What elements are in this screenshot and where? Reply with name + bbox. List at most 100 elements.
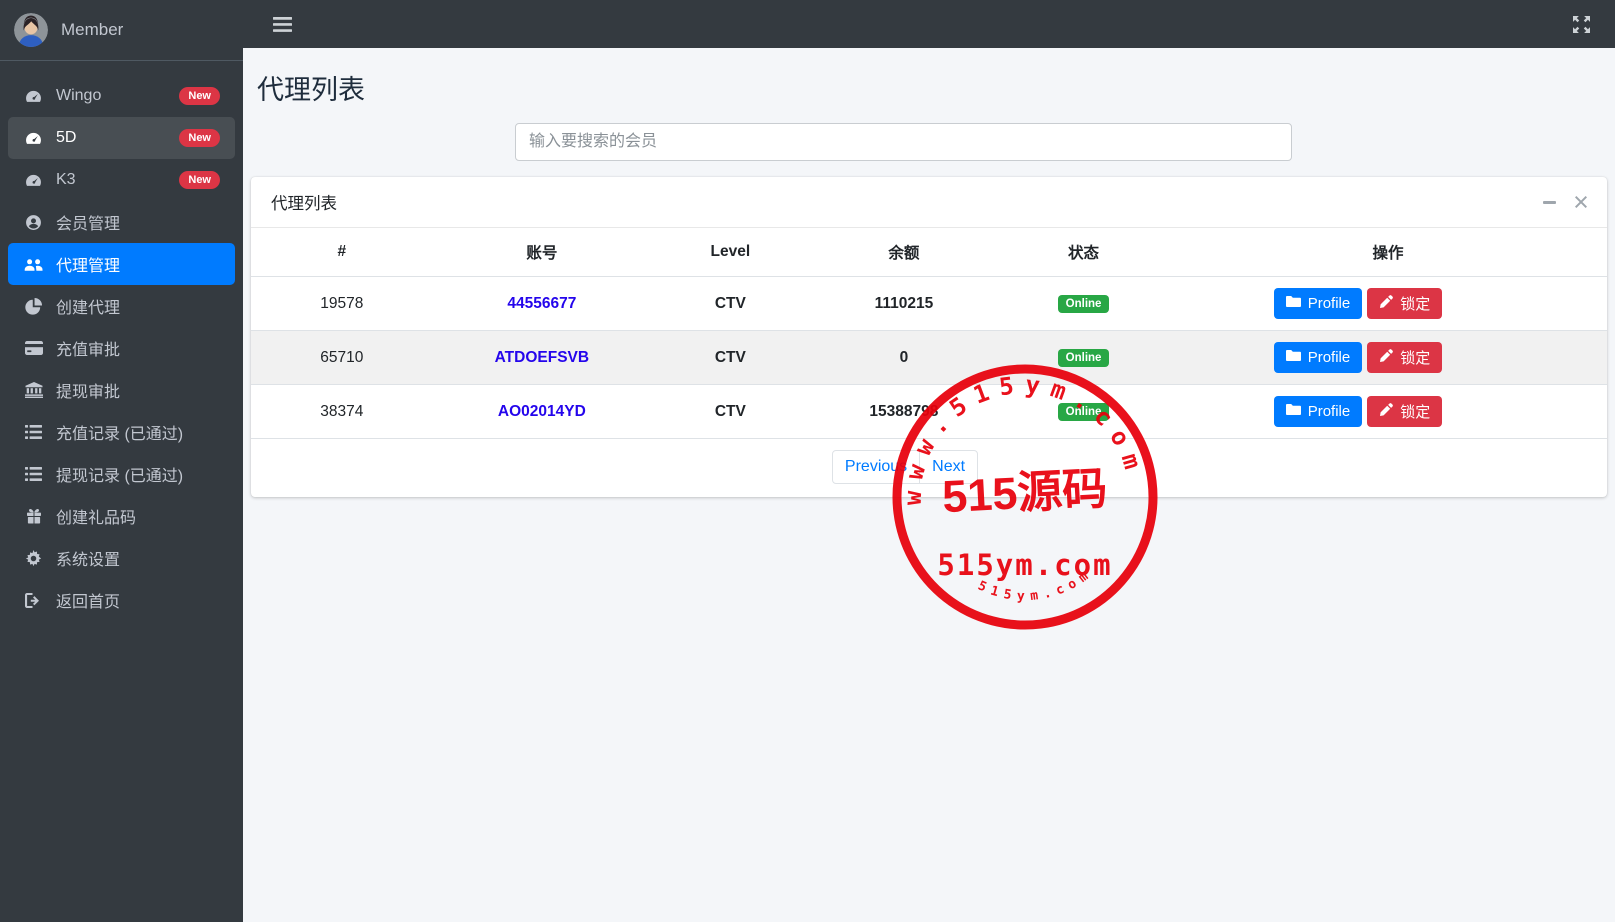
- row-id-cell: 65710: [251, 330, 433, 385]
- content: 代理列表 代理列表 #账号Level余额状态操作: [243, 48, 1615, 922]
- signout-icon: [20, 592, 47, 608]
- list-icon: [20, 467, 47, 481]
- lock-button-label: 锁定: [1400, 350, 1431, 367]
- user-circle-icon: [20, 214, 47, 231]
- sidebar-item-label: Wingo: [56, 87, 102, 104]
- list-icon: [20, 425, 47, 439]
- search-input[interactable]: [515, 123, 1292, 161]
- row-actions: Profile 锁定: [1273, 342, 1443, 373]
- stamp-arc-bottom-text: 515ym.com: [974, 565, 1098, 611]
- sidebar-item-label: 充值记录 (已通过): [56, 426, 184, 443]
- bank-icon: [20, 382, 47, 398]
- sidebar-item-label: 代理管理: [56, 258, 121, 275]
- status-badge: Online: [1057, 295, 1110, 313]
- sidebar-item-back-home[interactable]: 返回首页: [8, 579, 235, 621]
- level-cell: CTV: [651, 384, 810, 439]
- speedometer-icon: [20, 130, 47, 147]
- profile-button-label: Profile: [1307, 295, 1351, 312]
- sidebar-item-5d[interactable]: 5D New: [8, 117, 235, 159]
- sidebar-item-label: 提现记录 (已通过): [56, 468, 184, 485]
- account-link[interactable]: ATDOEFSVB: [495, 349, 589, 366]
- sidebar-item-k3[interactable]: K3 New: [8, 159, 235, 201]
- balance-cell: 0: [809, 330, 999, 385]
- profile-button-label: Profile: [1307, 403, 1351, 420]
- minimize-button[interactable]: [1543, 200, 1556, 204]
- new-badge: New: [179, 87, 220, 105]
- fullscreen-toggle[interactable]: [1573, 15, 1590, 33]
- balance-cell: 15388798: [809, 384, 999, 439]
- row-id-cell: 19578: [251, 276, 433, 331]
- table-header-cell: 账号: [432, 228, 652, 277]
- table-header-row: # 账号 Level 余额 状态 操作: [251, 228, 1607, 277]
- sidebar-item-member-manage[interactable]: 会员管理: [8, 201, 235, 243]
- main-area: 代理列表 代理列表 #账号Level余额状态操作: [243, 0, 1615, 922]
- page-title: 代理列表: [257, 75, 365, 105]
- sidebar: Member Wingo New 5D New K3 New 会员管理 代理管理…: [0, 0, 243, 922]
- level-cell: CTV: [651, 330, 810, 385]
- lock-button-label: 锁定: [1400, 296, 1431, 313]
- sidebar-item-label: 5D: [56, 129, 77, 146]
- row-actions: Profile 锁定: [1273, 396, 1443, 427]
- sidebar-item-label: 返回首页: [56, 594, 121, 611]
- row-id-cell: 38374: [251, 384, 433, 439]
- sidebar-item-create-agent[interactable]: 创建代理: [8, 285, 235, 327]
- sidebar-item-label: K3: [56, 171, 76, 188]
- sidebar-item-create-giftcode[interactable]: 创建礼品码: [8, 495, 235, 537]
- account-link[interactable]: AO02014YD: [498, 403, 586, 420]
- pagination-next[interactable]: Next: [919, 450, 979, 484]
- user-name[interactable]: Member: [61, 20, 123, 40]
- pencil-icon: [1379, 402, 1394, 421]
- agent-list-card: 代理列表 # 账号 Level 余额 状态 操作 19578 44556677 …: [251, 177, 1607, 497]
- card-title: 代理列表: [271, 195, 337, 213]
- level-cell: CTV: [651, 276, 810, 331]
- user-avatar[interactable]: [14, 13, 48, 47]
- sidebar-item-withdraw-approve[interactable]: 提现审批: [8, 369, 235, 411]
- credit-card-icon: [20, 341, 47, 355]
- profile-button[interactable]: Profile: [1273, 396, 1363, 427]
- card-tools: [1543, 196, 1587, 208]
- lock-button[interactable]: 锁定: [1367, 288, 1443, 319]
- sidebar-item-label: 系统设置: [56, 552, 121, 569]
- table-row: 65710 ATDOEFSVB CTV 0 Online Profile 锁定: [251, 330, 1607, 385]
- folder-icon: [1285, 403, 1301, 420]
- pencil-icon: [1379, 294, 1394, 313]
- gear-icon: [20, 549, 47, 567]
- sidebar-item-wingo[interactable]: Wingo New: [8, 75, 235, 117]
- table-head: # 账号 Level 余额 状态 操作: [251, 228, 1607, 277]
- sidebar-item-system-settings[interactable]: 系统设置: [8, 537, 235, 579]
- card-header: 代理列表: [251, 177, 1607, 228]
- folder-icon: [1285, 295, 1301, 312]
- balance-cell: 1110215: [809, 276, 999, 331]
- sidebar-item-withdraw-records[interactable]: 提现记录 (已通过): [8, 453, 235, 495]
- speedometer-icon: [20, 172, 47, 189]
- topbar: [243, 0, 1615, 48]
- profile-button-label: Profile: [1307, 349, 1351, 366]
- lock-button[interactable]: 锁定: [1367, 396, 1443, 427]
- pagination-previous[interactable]: Previous: [831, 450, 921, 484]
- sidebar-item-label: 提现审批: [56, 384, 121, 401]
- profile-button[interactable]: Profile: [1273, 342, 1363, 373]
- sidebar-nav: Wingo New 5D New K3 New 会员管理 代理管理 创建代理 充…: [0, 61, 243, 621]
- row-actions: Profile 锁定: [1273, 288, 1443, 319]
- folder-icon: [1285, 349, 1301, 366]
- agent-table: # 账号 Level 余额 状态 操作 19578 44556677 CTV 111021…: [251, 228, 1607, 439]
- gift-icon: [20, 508, 47, 524]
- close-button[interactable]: [1575, 196, 1587, 208]
- profile-button[interactable]: Profile: [1273, 288, 1363, 319]
- menu-toggle[interactable]: [273, 16, 292, 32]
- account-link[interactable]: 44556677: [507, 295, 576, 312]
- sidebar-item-label: 创建礼品码: [56, 510, 137, 527]
- sidebar-item-agent-manage[interactable]: 代理管理: [8, 243, 235, 285]
- lock-button-label: 锁定: [1400, 404, 1431, 421]
- lock-button[interactable]: 锁定: [1367, 342, 1443, 373]
- table-header-cell: 状态: [998, 228, 1169, 277]
- sidebar-item-recharge-records[interactable]: 充值记录 (已通过): [8, 411, 235, 453]
- sidebar-item-recharge-approve[interactable]: 充值审批: [8, 327, 235, 369]
- table-header-cell: #: [251, 228, 433, 277]
- sidebar-item-label: 会员管理: [56, 216, 121, 233]
- user-panel: Member: [0, 0, 243, 61]
- pie-chart-icon: [20, 297, 47, 315]
- svg-text:515ym.com: 515ym.com: [974, 565, 1098, 611]
- sidebar-item-label: 创建代理: [56, 300, 121, 317]
- new-badge: New: [179, 171, 220, 189]
